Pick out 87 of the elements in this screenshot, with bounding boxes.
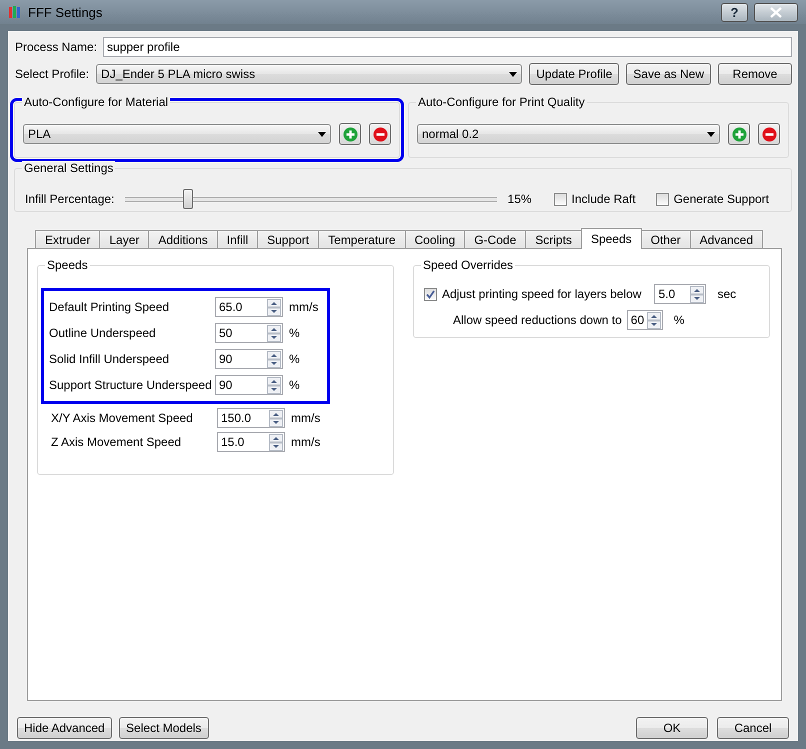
add-button[interactable] — [339, 123, 361, 145]
caret-icon — [707, 132, 715, 136]
unit-label: % — [289, 378, 300, 392]
dropdown[interactable]: DJ_Ender 5 PLA micro swiss — [96, 64, 522, 84]
group-title: General Settings — [22, 161, 116, 175]
button[interactable]: Hide Advanced — [17, 717, 112, 739]
caret-icon — [318, 132, 326, 136]
add-button[interactable] — [728, 123, 750, 145]
spin-box[interactable]: 50 — [215, 323, 283, 343]
checkbox-label: Include Raft — [572, 192, 636, 206]
checkbox[interactable] — [554, 192, 567, 206]
checkbox[interactable] — [424, 288, 437, 300]
field-label: Outline Underspeed — [49, 326, 157, 340]
close-icon — [770, 6, 782, 18]
minus-icon — [762, 126, 776, 142]
tab[interactable]: Advanced — [690, 230, 764, 248]
unit-label: % — [289, 352, 300, 366]
tab[interactable]: Temperature — [318, 230, 406, 248]
group-title: Auto-Configure for Material — [22, 95, 170, 109]
unit-label: sec — [717, 287, 736, 301]
caret-icon — [509, 72, 518, 76]
field-label: Allow speed reductions down to — [453, 313, 622, 327]
spin-arrows-icon[interactable] — [267, 350, 281, 368]
slider-label: Infill Percentage: — [25, 192, 114, 206]
field-label: X/Y Axis Movement Speed — [51, 411, 194, 425]
remove-button[interactable] — [369, 123, 391, 145]
text-field[interactable]: supper profile — [103, 37, 792, 57]
spin-arrows-icon[interactable] — [690, 286, 704, 302]
spin-arrows-icon[interactable] — [646, 312, 661, 328]
button[interactable]: Save as New — [626, 63, 711, 85]
unit-label: mm/s — [291, 435, 320, 449]
tab[interactable]: Other — [640, 230, 691, 248]
help-button[interactable]: ? — [721, 2, 748, 22]
button[interactable]: Select Models — [118, 717, 209, 739]
tab[interactable]: Support — [257, 230, 320, 248]
slider-value: 15% — [508, 192, 532, 206]
group-title: Speed Overrides — [421, 258, 516, 272]
spin-arrows-icon[interactable] — [269, 410, 283, 426]
spin-arrows-icon[interactable] — [267, 324, 281, 342]
group-title: Speeds — [45, 258, 90, 272]
field-label: Z Axis Movement Speed — [51, 435, 182, 449]
tab[interactable]: Scripts — [525, 230, 582, 248]
check-icon — [426, 290, 435, 298]
spin-box[interactable]: 90 — [215, 375, 283, 395]
button[interactable]: Update Profile — [529, 63, 620, 85]
field-label: Default Printing Speed — [49, 300, 170, 314]
spin-box[interactable]: 15.0 — [217, 432, 285, 452]
unit-label: % — [289, 326, 300, 340]
spin-box[interactable]: 90 — [215, 349, 283, 369]
field-label: Solid Infill Underspeed — [49, 352, 170, 366]
dropdown[interactable]: PLA — [23, 124, 331, 144]
spin-arrows-icon[interactable] — [267, 298, 281, 316]
plus-icon — [342, 126, 358, 142]
button[interactable]: Remove — [718, 63, 792, 85]
field-label: Process Name: — [15, 40, 98, 54]
unit-label: % — [674, 313, 684, 327]
window-title: FFF Settings — [28, 4, 104, 20]
spin-box[interactable]: 65.0 — [215, 297, 283, 317]
minus-icon — [372, 126, 388, 142]
group-title: Auto-Configure for Print Quality — [416, 95, 587, 109]
button[interactable]: Cancel — [717, 717, 789, 739]
checkbox-label: Adjust printing speed for layers below — [442, 287, 642, 301]
tab[interactable]: G-Code — [464, 230, 526, 248]
dropdown[interactable]: normal 0.2 — [417, 124, 720, 144]
spin-box[interactable]: 60 — [626, 310, 663, 330]
spin-box[interactable]: 150.0 — [217, 408, 285, 428]
checkbox-label: Generate Support — [674, 192, 769, 206]
tab[interactable]: Infill — [216, 230, 258, 248]
tab[interactable]: Cooling — [404, 230, 466, 248]
tab[interactable]: Layer — [99, 230, 150, 248]
tab[interactable]: Extruder — [35, 230, 100, 248]
button[interactable]: OK — [636, 717, 708, 739]
close-button[interactable] — [754, 2, 798, 22]
unit-label: mm/s — [289, 300, 318, 314]
remove-button[interactable] — [758, 123, 780, 145]
checkbox[interactable] — [656, 192, 669, 206]
spin-arrows-icon[interactable] — [269, 434, 283, 450]
plus-icon — [732, 126, 746, 142]
field-label: Support Structure Underspeed — [49, 378, 213, 392]
tab[interactable]: Speeds — [580, 228, 642, 249]
spin-box[interactable]: 5.0 — [654, 284, 706, 304]
slider-thumb[interactable] — [183, 189, 194, 209]
app-icon — [8, 5, 22, 19]
spin-arrows-icon[interactable] — [267, 376, 281, 394]
field-label: Select Profile: — [15, 67, 90, 81]
tab[interactable]: Additions — [148, 230, 218, 248]
unit-label: mm/s — [291, 411, 320, 425]
